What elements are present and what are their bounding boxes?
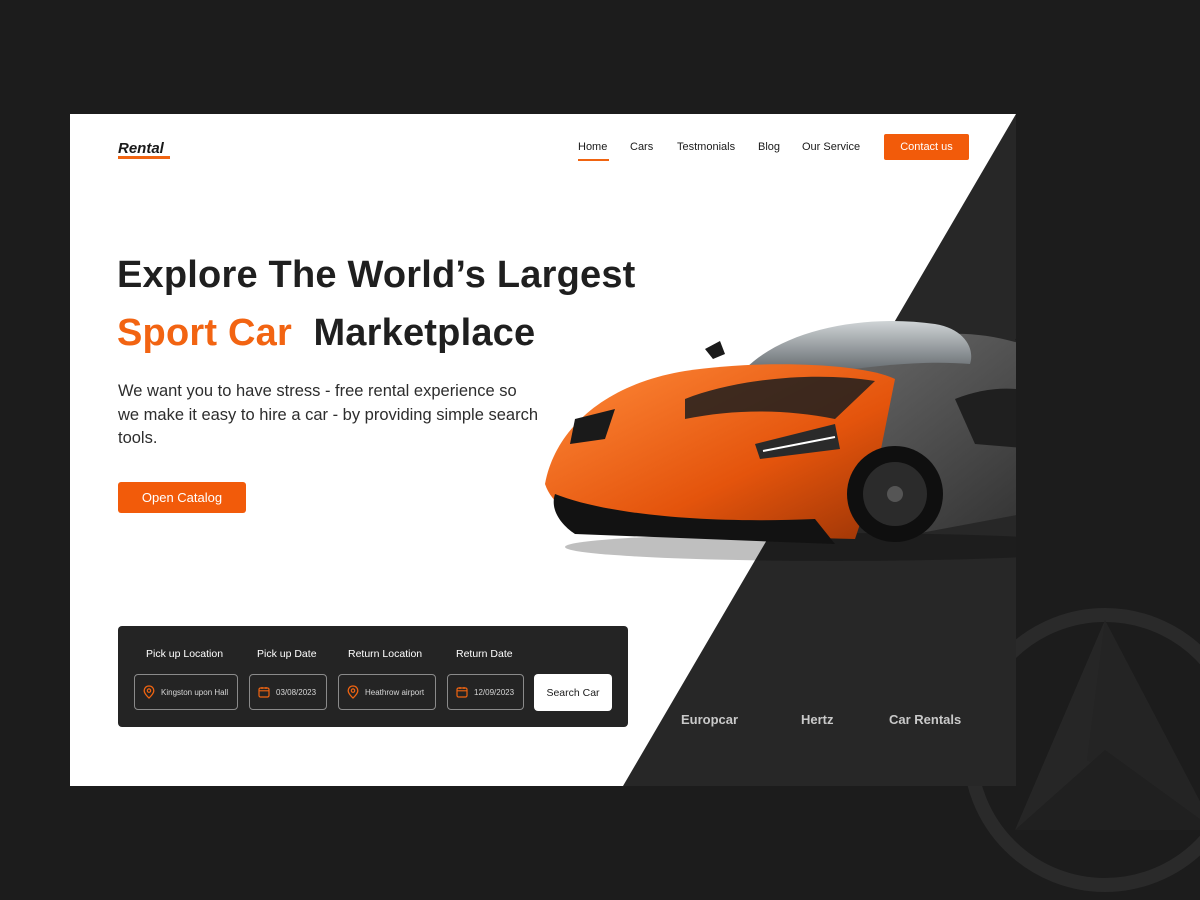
pickup-location-field[interactable]: Kingston upon Hall [134, 674, 238, 710]
pickup-date-value: 03/08/2023 [276, 687, 317, 697]
search-car-button[interactable]: Search Car [534, 674, 612, 711]
partner-car-rentals: Car Rentals [889, 712, 962, 727]
nav-our-service[interactable]: Our Service [802, 141, 860, 153]
hero-title-line2: Sport Car Marketplace [117, 312, 535, 355]
return-location-value: Heathrow airport [365, 687, 425, 697]
nav-home[interactable]: Home [578, 141, 607, 153]
pickup-date-field[interactable]: 03/08/2023 [249, 674, 327, 710]
logo-underline [118, 156, 170, 159]
pickup-date-label: Pick up Date [257, 648, 317, 660]
nav-testmonials[interactable]: Testmonials [677, 141, 735, 153]
hero-title-rest: Marketplace [313, 312, 536, 354]
pickup-location-label: Pick up Location [146, 648, 224, 660]
return-date-value: 12/09/2023 [474, 687, 515, 697]
hero-subtitle: We want you to have stress - free rental… [118, 382, 539, 447]
sport-car-image [545, 321, 1016, 561]
return-date-label: Return Date [456, 648, 513, 660]
open-catalog-button[interactable]: Open Catalog [118, 482, 246, 513]
pickup-location-value: Kingston upon Hall [161, 687, 229, 697]
nav-cars[interactable]: Cars [630, 141, 653, 153]
calendar-icon [456, 687, 468, 698]
partner-hertz: Hertz [801, 712, 834, 727]
calendar-icon [258, 687, 270, 698]
hero-title-accent: Sport Car [117, 312, 292, 354]
hero-title-line1: Explore The World’s Largest [117, 254, 636, 296]
nav-blog[interactable]: Blog [758, 141, 780, 153]
landing-card: Rental Home Cars Testmonials Blog Our Se… [70, 114, 1016, 786]
return-date-field[interactable]: 12/09/2023 [447, 674, 524, 710]
car-search-panel: Pick up Location Pick up Date Return Loc… [118, 626, 628, 727]
nav-active-indicator [578, 159, 609, 161]
contact-us-button[interactable]: Contact us [884, 134, 969, 160]
return-location-field[interactable]: Heathrow airport [338, 674, 436, 710]
partner-europcar: Europcar [681, 712, 739, 727]
location-pin-icon [347, 685, 359, 699]
location-pin-icon [143, 685, 155, 699]
return-location-label: Return Location [348, 648, 423, 660]
site-logo[interactable]: Rental [118, 140, 164, 157]
